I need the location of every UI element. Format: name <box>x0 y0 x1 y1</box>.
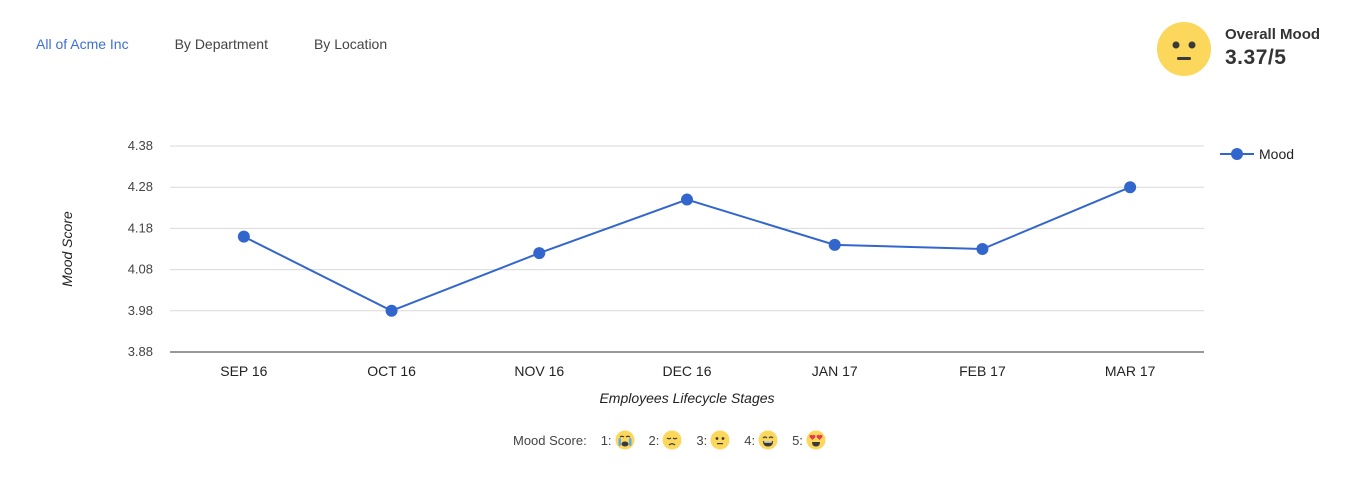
mood-line-chart: 4.38 4.28 4.18 4.08 3.98 3.88 SEP 16 OCT 16 NOV … <box>59 138 1294 406</box>
y-tick-label: 4.38 <box>128 138 153 153</box>
y-tick-label: 4.28 <box>128 179 153 194</box>
crying-face-icon <box>615 430 635 450</box>
mood-scale-key: 2: <box>648 432 660 448</box>
sad-face-icon <box>662 430 682 450</box>
series-line-mood <box>243 186 1131 312</box>
mood-scale-item-5: 5: <box>792 430 826 450</box>
data-point <box>237 230 250 243</box>
y-tick-label: 3.88 <box>128 344 153 359</box>
legend-marker-icon <box>1231 148 1243 160</box>
mood-scale-item-3: 3: <box>696 430 730 450</box>
y-tick-label: 4.18 <box>128 220 153 235</box>
mood-scale-item-4: 4: <box>744 430 778 450</box>
mood-scale-item-1: 1: <box>601 430 635 450</box>
data-point <box>828 238 841 251</box>
neutral-face-icon <box>710 430 730 450</box>
data-point <box>1124 181 1137 194</box>
mood-scale-item-2: 2: <box>649 430 683 450</box>
data-point <box>681 193 693 206</box>
mood-scale-key: 4: <box>744 432 756 448</box>
x-tick-label: FEB 17 <box>959 363 1006 379</box>
data-point <box>385 304 398 317</box>
x-tick-label: MAR 17 <box>1105 363 1156 379</box>
legend-label: Mood <box>1259 146 1294 162</box>
y-tick-label: 3.98 <box>128 303 153 318</box>
x-tick-label: NOV 16 <box>514 363 564 379</box>
mood-scale-key: 3: <box>696 432 708 448</box>
heart-eyes-face-icon <box>806 430 826 450</box>
x-axis-title: Employees Lifecycle Stages <box>599 390 774 406</box>
data-point <box>976 243 989 255</box>
mood-scale-key: 5: <box>792 432 803 448</box>
x-tick-label: OCT 16 <box>367 363 416 379</box>
x-tick-label: SEP 16 <box>220 363 267 379</box>
mood-scale-key: 1: <box>600 432 612 448</box>
y-tick-label: 4.08 <box>128 262 153 277</box>
y-axis-title: Mood Score <box>59 211 75 287</box>
grinning-face-icon <box>758 430 778 450</box>
mood-scale-label: Mood Score: <box>513 432 587 448</box>
mood-scale-legend: Mood Score: 1: 2: 3: 4: 5: <box>513 430 826 450</box>
x-tick-label: JAN 17 <box>812 363 858 379</box>
x-tick-label: DEC 16 <box>662 363 711 379</box>
data-point <box>533 247 546 260</box>
